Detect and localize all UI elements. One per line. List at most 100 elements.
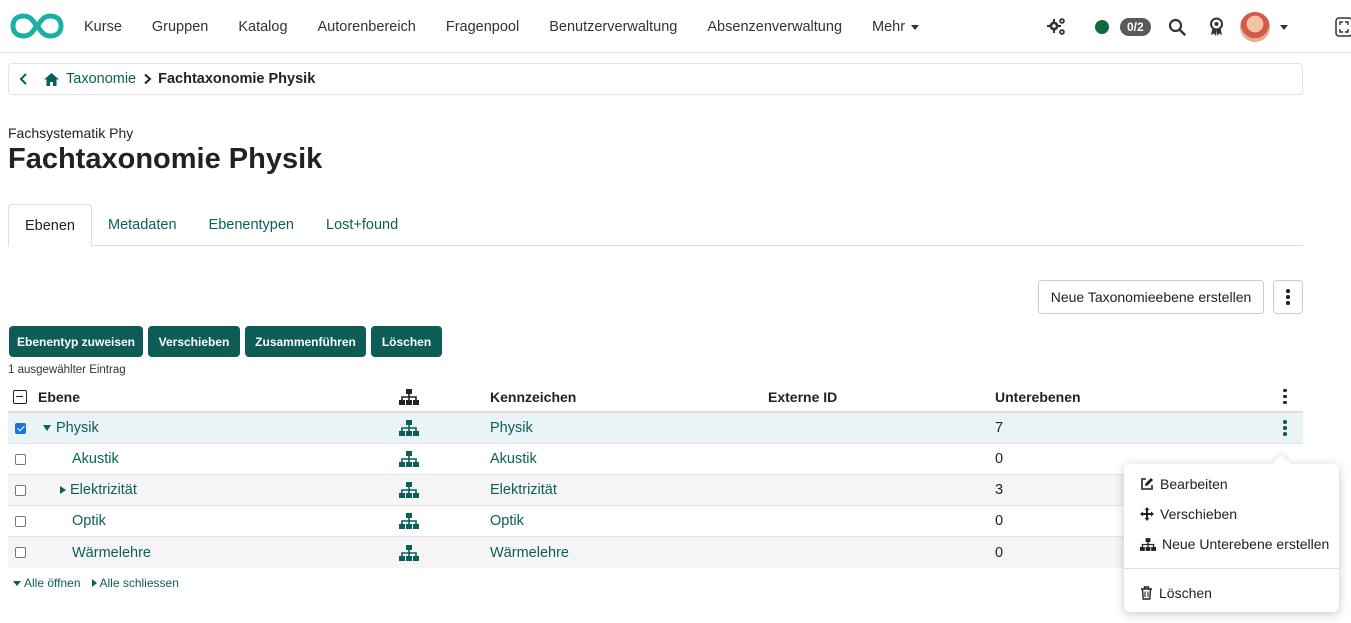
level-mark-link[interactable]: Wärmelehre — [490, 537, 569, 568]
collapse-toggle-icon[interactable] — [43, 425, 51, 431]
tab-ebenentypen[interactable]: Ebenentypen — [193, 204, 310, 246]
row-actions-menu: Bearbeiten Verschieben Neue Unterebene e… — [1124, 464, 1339, 612]
level-mark-link[interactable]: Akustik — [490, 444, 537, 474]
sublevel-count: 0 — [995, 451, 1004, 467]
move-button[interactable]: Verschieben — [148, 326, 240, 357]
level-name-link[interactable]: Wärmelehre — [72, 537, 151, 568]
award-icon[interactable] — [1209, 17, 1224, 37]
menu-item-edit[interactable]: Bearbeiten — [1124, 470, 1339, 498]
tree-toggle-links: Alle öffnen Alle schliessen — [13, 576, 179, 590]
taxonomy-levels-table: Ebene Kennzeichen Externe ID Unterebenen… — [8, 382, 1303, 568]
level-mark-link[interactable]: Optik — [490, 506, 524, 536]
row-checkbox[interactable] — [15, 484, 26, 496]
column-settings-icon[interactable] — [1280, 382, 1290, 411]
hierarchy-icon[interactable] — [399, 544, 419, 561]
hierarchy-icon[interactable] — [399, 482, 419, 498]
tab-ebenen[interactable]: Ebenen — [8, 204, 92, 247]
fullscreen-icon[interactable] — [1335, 17, 1351, 37]
row-checkbox[interactable] — [15, 453, 26, 465]
nav-mehr-dropdown[interactable]: Mehr — [857, 0, 934, 53]
nav-benutzerverwaltung[interactable]: Benutzerverwaltung — [534, 0, 692, 53]
nav-gruppen[interactable]: Gruppen — [137, 0, 223, 53]
kebab-dot — [1283, 388, 1287, 393]
move-arrows-icon — [1140, 507, 1154, 521]
level-name-link[interactable]: Akustik — [72, 444, 119, 474]
kebab-dot — [1283, 426, 1287, 430]
table-row[interactable]: Optik Optik 0 — [8, 506, 1303, 537]
table-row[interactable]: Akustik Akustik 0 — [8, 444, 1303, 475]
online-status-indicator[interactable] — [1095, 20, 1109, 34]
taxonomy-identifier: Fachsystematik Phy — [8, 125, 134, 141]
open-all-link[interactable]: Alle öffnen — [13, 576, 81, 590]
level-name-link[interactable]: Elektrizität — [70, 482, 137, 498]
trash-icon — [1141, 586, 1152, 600]
user-avatar[interactable] — [1240, 12, 1270, 42]
hierarchy-icon[interactable] — [399, 388, 419, 405]
kebab-dot — [1283, 420, 1287, 424]
column-header-unterebenen[interactable]: Unterebenen — [995, 382, 1081, 411]
column-header-ebene[interactable]: Ebene — [38, 382, 80, 411]
hierarchy-icon[interactable] — [399, 420, 419, 436]
assign-level-type-button[interactable]: Ebenentyp zuweisen — [9, 326, 143, 357]
kebab-dot — [1283, 432, 1287, 436]
row-checkbox[interactable] — [15, 515, 26, 527]
sublevel-count: 0 — [995, 513, 1004, 529]
delete-button[interactable]: Löschen — [371, 326, 442, 357]
edit-icon — [1141, 478, 1153, 490]
column-header-externe-id[interactable]: Externe ID — [768, 382, 837, 411]
level-name-link[interactable]: Optik — [72, 506, 106, 536]
gears-icon[interactable] — [1046, 17, 1068, 37]
row-checkbox[interactable] — [15, 547, 26, 558]
nav-fragenpool[interactable]: Fragenpool — [431, 0, 534, 53]
expand-toggle-icon[interactable] — [60, 486, 66, 494]
table-row[interactable]: Physik Physik 7 — [8, 413, 1303, 444]
user-menu-caret-icon[interactable] — [1280, 25, 1288, 30]
open-all-label: Alle öffnen — [24, 576, 81, 590]
column-header-kennzeichen[interactable]: Kennzeichen — [490, 382, 576, 411]
row-actions-button[interactable] — [1280, 413, 1290, 443]
tab-lost-found[interactable]: Lost+found — [310, 204, 414, 246]
select-all-checkbox[interactable] — [13, 389, 27, 404]
merge-button[interactable]: Zusammenführen — [245, 326, 366, 357]
caret-down-icon — [911, 25, 920, 30]
hierarchy-icon[interactable] — [399, 451, 419, 467]
kebab-dot — [1283, 400, 1287, 405]
caret-right-icon — [91, 579, 97, 587]
caret-down-icon — [13, 580, 21, 586]
level-mark-link[interactable]: Elektrizität — [490, 475, 557, 505]
table-row[interactable]: Elektrizität Elektrizität 3 — [8, 475, 1303, 506]
kebab-dot — [1286, 295, 1290, 299]
more-actions-button[interactable] — [1273, 280, 1303, 314]
page-title: Fachtaxonomie Physik — [8, 143, 323, 175]
create-taxonomy-level-button[interactable]: Neue Taxonomieebene erstellen — [1038, 280, 1264, 314]
notification-badge[interactable]: 0/2 — [1120, 18, 1151, 36]
home-icon[interactable] — [43, 72, 60, 87]
row-checkbox[interactable] — [15, 422, 26, 434]
close-all-link[interactable]: Alle schliessen — [91, 576, 179, 590]
nav-absenzenverwaltung[interactable]: Absenzenverwaltung — [692, 0, 857, 53]
openolat-logo[interactable] — [10, 12, 64, 40]
menu-item-new-sublevel[interactable]: Neue Unterebene erstellen — [1124, 530, 1339, 558]
sublevel-count: 3 — [995, 482, 1004, 498]
menu-item-move[interactable]: Verschieben — [1124, 500, 1339, 528]
sublevel-count: 7 — [995, 420, 1004, 436]
sublevel-count: 0 — [995, 544, 1004, 561]
tab-metadaten[interactable]: Metadaten — [92, 204, 193, 246]
level-name-link[interactable]: Physik — [56, 420, 99, 436]
breadcrumb-current: Fachtaxonomie Physik — [158, 71, 316, 87]
hierarchy-icon[interactable] — [399, 513, 419, 529]
main-menu: Kurse Gruppen Katalog Autorenbereich Fra… — [69, 0, 934, 53]
breadcrumb: Taxonomie Fachtaxonomie Physik — [8, 63, 1303, 95]
back-chevron-icon[interactable] — [19, 72, 29, 86]
menu-item-delete[interactable]: Löschen — [1124, 579, 1339, 607]
table-row[interactable]: Wärmelehre Wärmelehre 0 — [8, 537, 1303, 568]
nav-katalog[interactable]: Katalog — [223, 0, 302, 53]
menu-item-label: Löschen — [1159, 585, 1212, 601]
menu-item-label: Verschieben — [1160, 506, 1238, 522]
nav-mehr-label: Mehr — [872, 18, 906, 35]
breadcrumb-taxonomie-link[interactable]: Taxonomie — [66, 71, 136, 87]
level-mark-link[interactable]: Physik — [490, 413, 533, 443]
nav-kurse[interactable]: Kurse — [69, 0, 137, 53]
search-icon[interactable] — [1168, 18, 1186, 36]
nav-autorenbereich[interactable]: Autorenbereich — [303, 0, 431, 53]
